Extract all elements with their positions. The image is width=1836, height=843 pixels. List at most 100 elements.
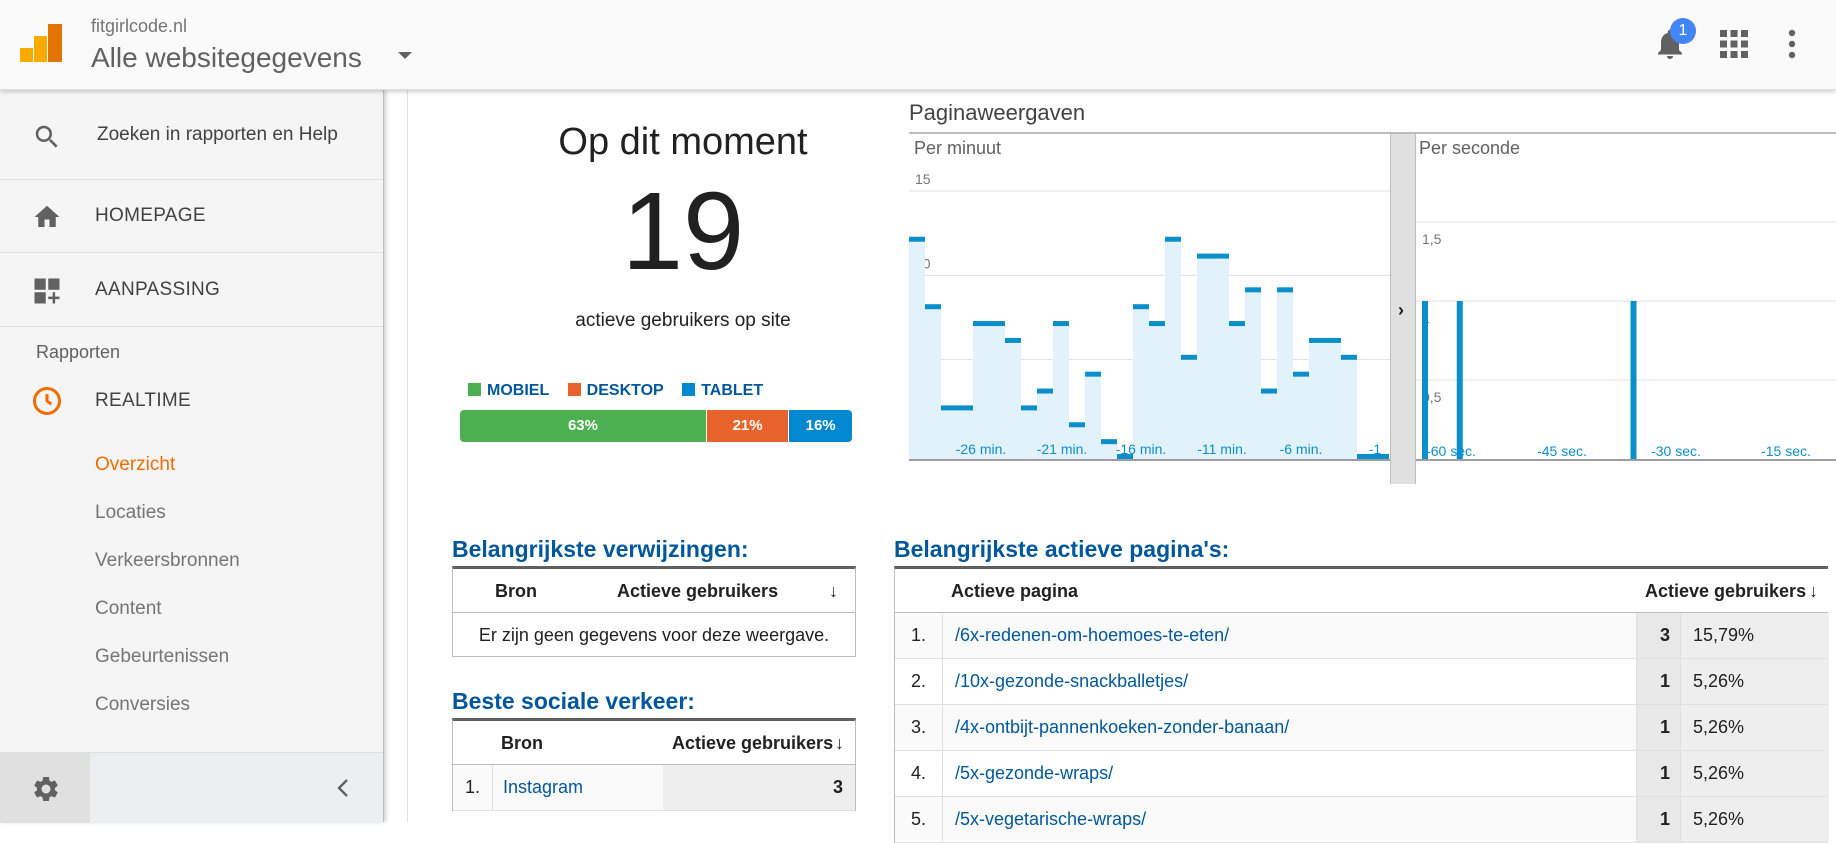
bar-area <box>1261 391 1277 459</box>
device-segment-mobile[interactable]: 63% <box>460 410 707 442</box>
sidebar-item-customization[interactable]: AANPASSING <box>0 254 383 327</box>
sidebar-item-realtime[interactable]: REALTIME <box>0 370 383 432</box>
table-row: 1. Instagram 3 <box>453 765 855 811</box>
bar-cap[interactable] <box>1277 287 1293 293</box>
notification-badge[interactable]: 1 <box>1670 18 1696 44</box>
bar[interactable] <box>1422 301 1428 459</box>
bar-area <box>1149 324 1165 459</box>
bar-cap[interactable] <box>1213 253 1229 259</box>
bar-cap[interactable] <box>941 405 957 411</box>
col-header-active-page[interactable]: Actieve pagina <box>951 569 1078 612</box>
bar-cap[interactable] <box>1149 321 1165 327</box>
chevron-right-icon: › <box>1398 300 1404 320</box>
empty-message: Er zijn geen gegevens voor deze weergave… <box>478 625 830 645</box>
bar-cap[interactable] <box>973 321 989 327</box>
bar-cap[interactable] <box>1229 321 1245 327</box>
row-rank: 5. <box>895 797 943 842</box>
bar-cap[interactable] <box>1053 321 1069 327</box>
sidebar-item-label: REALTIME <box>95 390 192 411</box>
row-page-link[interactable]: /10x-gezonde-snackballetjes/ <box>955 659 1188 704</box>
bar-area <box>1197 256 1213 459</box>
bar-cap[interactable] <box>1293 371 1309 377</box>
bar-area <box>1165 239 1181 459</box>
bar-area <box>1277 290 1293 459</box>
row-percent: 15,79% <box>1680 613 1829 658</box>
col-header-active-users[interactable]: Actieve gebruikers <box>617 569 778 612</box>
x-tick-label: -11 min. <box>1197 441 1247 457</box>
bar-cap[interactable] <box>909 236 925 242</box>
sort-down-icon[interactable]: ↓ <box>1809 569 1818 612</box>
bar-cap[interactable] <box>1005 337 1021 343</box>
caret-down-icon[interactable] <box>398 52 412 59</box>
view-selector[interactable]: Alle websitegegevens <box>91 42 362 74</box>
bar-area <box>1213 256 1229 459</box>
sidebar-item-homepage[interactable]: HOMEPAGE <box>0 180 383 253</box>
sidebar-subitem-locations[interactable]: Locaties <box>95 502 166 524</box>
device-segment-desktop[interactable]: 21% <box>706 410 790 442</box>
bar-cap[interactable] <box>1101 439 1117 445</box>
col-header-active-users[interactable]: Actieve gebruikers <box>672 721 833 764</box>
sidebar-subitem-conversions[interactable]: Conversies <box>95 694 190 716</box>
table-header: Bron Actieve gebruikers ↓ <box>453 569 855 613</box>
row-percent: 5,26% <box>1680 797 1829 842</box>
row-page-link[interactable]: /5x-gezonde-wraps/ <box>955 751 1113 796</box>
device-segment-tablet[interactable]: 16% <box>789 410 852 442</box>
admin-button[interactable] <box>0 753 90 823</box>
row-percent: 5,26% <box>1680 705 1829 750</box>
x-tick-label: -45 sec. <box>1537 443 1587 459</box>
bar-cap[interactable] <box>1165 236 1181 242</box>
bar-cap[interactable] <box>1037 388 1053 394</box>
row-rank: 4. <box>895 751 943 796</box>
apps-grid-icon[interactable] <box>1720 30 1748 58</box>
site-name: fitgirlcode.nl <box>91 16 188 36</box>
bar-area <box>1229 324 1245 459</box>
bar-cap[interactable] <box>1085 371 1101 377</box>
more-vert-icon[interactable] <box>1784 28 1800 60</box>
sidebar-subitem-content[interactable]: Content <box>95 598 162 620</box>
row-source-link[interactable]: Instagram <box>503 765 583 810</box>
table-row: 2. /10x-gezonde-snackballetjes/1 5,26% <box>895 659 1829 705</box>
search-icon[interactable] <box>32 122 62 152</box>
bar-area <box>909 239 925 459</box>
bar-cap[interactable] <box>1325 337 1341 343</box>
col-header-source[interactable]: Bron <box>495 569 537 612</box>
row-page-link[interactable]: /6x-redenen-om-hoemoes-te-eten/ <box>955 613 1229 658</box>
pageviews-title: Paginaweergaven <box>909 100 1086 125</box>
bar-cap[interactable] <box>1309 337 1325 343</box>
bar-cap[interactable] <box>1197 253 1213 259</box>
bar[interactable] <box>1456 301 1463 459</box>
table-row: 5. /5x-vegetarische-wraps/1 5,26% <box>895 797 1829 843</box>
bar-cap[interactable] <box>957 405 973 411</box>
sidebar: HOMEPAGE AANPASSING Rapporten REALTIME O… <box>0 90 384 823</box>
bar[interactable] <box>1630 301 1637 459</box>
row-percent: 5,26% <box>1680 751 1829 796</box>
x-tick-label: -15 sec. <box>1761 443 1811 459</box>
pageviews-per-minute-chart: 15105-26 min.-21 min.-16 min.-11 min.-6 … <box>909 171 1390 461</box>
bar-cap[interactable] <box>1245 287 1261 293</box>
chart-divider[interactable]: › <box>1390 134 1416 484</box>
row-users: 1 <box>1636 705 1680 750</box>
clock-icon <box>33 387 61 415</box>
bar-cap[interactable] <box>989 321 1005 327</box>
sort-down-icon[interactable]: ↓ <box>829 569 838 612</box>
collapse-sidebar-chevron-left-icon[interactable] <box>334 777 352 799</box>
sort-down-icon[interactable]: ↓ <box>835 721 844 764</box>
x-tick-label: -26 min. <box>956 441 1007 457</box>
analytics-logo-icon[interactable] <box>20 24 62 62</box>
sidebar-subitem-events[interactable]: Gebeurtenissen <box>95 646 229 668</box>
row-page-link[interactable]: /4x-ontbijt-pannenkoeken-zonder-banaan/ <box>955 705 1289 750</box>
bar-cap[interactable] <box>1341 354 1357 360</box>
search-input[interactable] <box>97 120 337 150</box>
row-page-link[interactable]: /5x-vegetarische-wraps/ <box>955 797 1146 842</box>
bar-area <box>1341 357 1357 459</box>
bar-cap[interactable] <box>1181 354 1197 360</box>
sidebar-subitem-overview[interactable]: Overzicht <box>95 454 175 476</box>
bar-cap[interactable] <box>1069 422 1085 428</box>
bar-cap[interactable] <box>1021 405 1037 411</box>
bar-cap[interactable] <box>1133 304 1149 310</box>
col-header-active-users[interactable]: Actieve gebruikers <box>1645 569 1806 612</box>
sidebar-subitem-traffic-sources[interactable]: Verkeersbronnen <box>95 550 240 572</box>
col-header-source[interactable]: Bron <box>501 721 543 764</box>
bar-cap[interactable] <box>1261 388 1277 394</box>
bar-cap[interactable] <box>925 304 941 310</box>
